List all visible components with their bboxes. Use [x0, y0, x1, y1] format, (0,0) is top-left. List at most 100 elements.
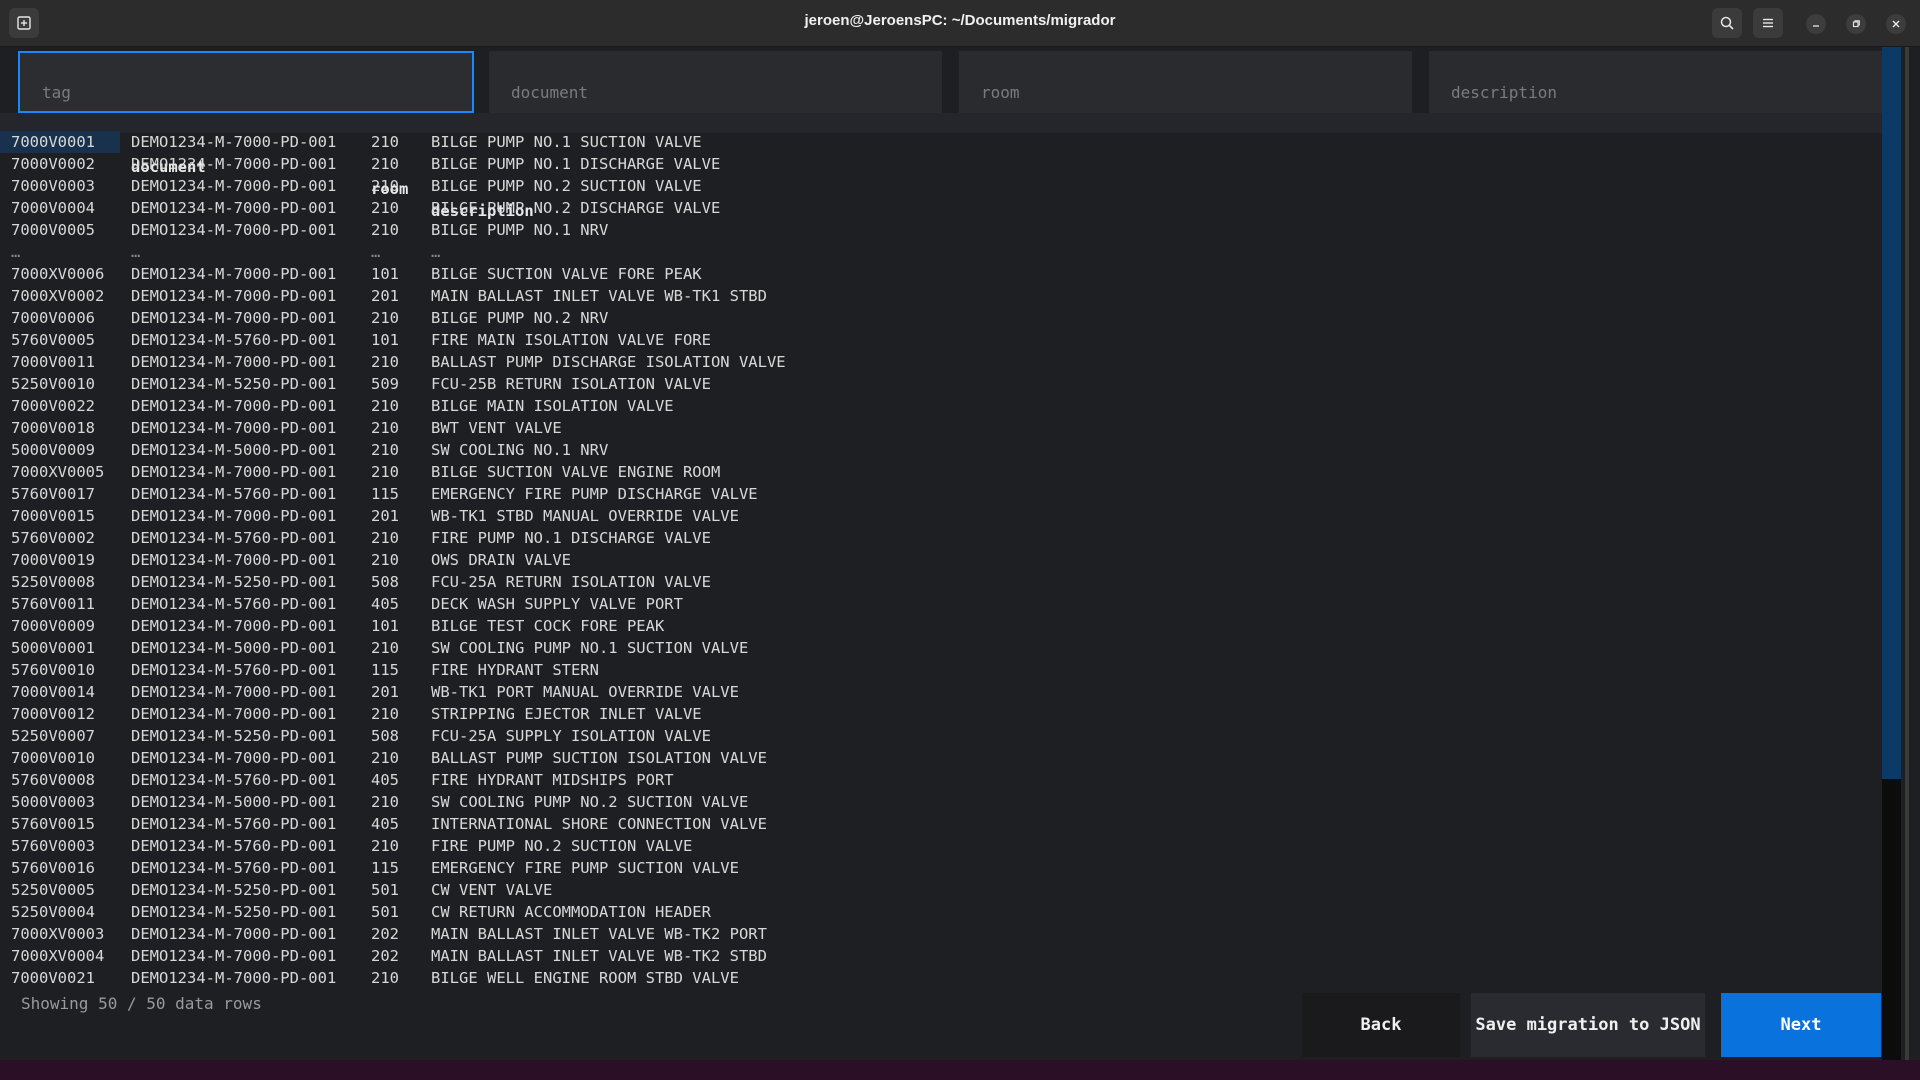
table-row[interactable]: 5760V0005 DEMO1234-M-5760-PD-001 101 FIRE M…: [0, 329, 1882, 351]
cell-room: 210: [371, 397, 399, 415]
next-button[interactable]: Next: [1721, 993, 1881, 1057]
table-row[interactable]: 5760V0011 DEMO1234-M-5760-PD-001 405 DECK W…: [0, 593, 1882, 615]
terminal-area: tag document room description 7000V0001D…: [0, 47, 1920, 1060]
room-filter-input[interactable]: [959, 51, 1412, 113]
cell-document: DEMO1234-M-7000-PD-001: [131, 683, 337, 701]
table-row[interactable]: 5000V0009 DEMO1234-M-5000-PD-001 210 SW COO…: [0, 439, 1882, 461]
table-row[interactable]: 5760V0010 DEMO1234-M-5760-PD-001 115 FIRE H…: [0, 659, 1882, 681]
close-icon[interactable]: [1886, 14, 1906, 34]
table-row[interactable]: 7000V0003 DEMO1234-M-7000-PD-001 210 BILGE …: [0, 175, 1882, 197]
table-row[interactable]: 7000XV0005 DEMO1234-M-7000-PD-001 210 BILGE…: [0, 461, 1882, 483]
table-row[interactable]: 5760V0016 DEMO1234-M-5760-PD-001 115 EMERGE…: [0, 857, 1882, 879]
table-row[interactable]: 7000V0015 DEMO1234-M-7000-PD-001 201 WB-TK1…: [0, 505, 1882, 527]
table-row[interactable]: 7000V0006 DEMO1234-M-7000-PD-001 210 BILGE …: [0, 307, 1882, 329]
table-row[interactable]: 7000V0005 DEMO1234-M-7000-PD-001 210 BILGE …: [0, 219, 1882, 241]
table-row[interactable]: 5760V0008 DEMO1234-M-5760-PD-001 405 FIRE H…: [0, 769, 1882, 791]
cell-tag: 7000V0011: [11, 353, 95, 371]
cell-room: 101: [371, 265, 399, 283]
window-edge: [1901, 47, 1920, 1060]
cell-document: DEMO1234-M-5760-PD-001: [131, 661, 337, 679]
table-row[interactable]: 7000V0004 DEMO1234-M-7000-PD-001 210 BILGE …: [0, 197, 1882, 219]
tag-filter-input[interactable]: [18, 51, 474, 113]
cell-description: CW RETURN ACCOMMODATION HEADER: [431, 903, 711, 921]
cell-room: 210: [371, 969, 399, 987]
table-row[interactable]: 5000V0001 DEMO1234-M-5000-PD-001 210 SW COO…: [0, 637, 1882, 659]
cell-description: BILGE PUMP NO.2 SUCTION VALVE: [431, 177, 702, 195]
cell-description: BILGE SUCTION VALVE ENGINE ROOM: [431, 463, 721, 481]
cell-room: 210: [371, 529, 399, 547]
cell-document: DEMO1234-M-5760-PD-001: [131, 331, 337, 349]
table-row[interactable]: 7000V0014 DEMO1234-M-7000-PD-001 201 WB-TK1…: [0, 681, 1882, 703]
table-row[interactable]: 7000V0010 DEMO1234-M-7000-PD-001 210 BALLAS…: [0, 747, 1882, 769]
table-row[interactable]: 7000XV0006 DEMO1234-M-7000-PD-001 101 BILGE…: [0, 263, 1882, 285]
minimize-icon[interactable]: [1806, 14, 1826, 34]
table-row[interactable]: 7000V0002 DEMO1234-M-7000-PD-001 210 BILGE …: [0, 153, 1882, 175]
description-filter-input[interactable]: [1429, 51, 1882, 113]
cell-room: 210: [371, 639, 399, 657]
table-row[interactable]: 7000XV0003 DEMO1234-M-7000-PD-001 202 MAIN …: [0, 923, 1882, 945]
cell-description: FCU-25A SUPPLY ISOLATION VALVE: [431, 727, 711, 745]
cell-document: DEMO1234-M-5760-PD-001: [131, 595, 337, 613]
cell-room: 405: [371, 771, 399, 789]
search-icon[interactable]: [1712, 8, 1742, 38]
cell-document: DEMO1234-M-7000-PD-001: [131, 397, 337, 415]
cell-description: FIRE HYDRANT STERN: [431, 661, 599, 679]
table-row[interactable]: 5760V0003 DEMO1234-M-5760-PD-001 210 FIRE P…: [0, 835, 1882, 857]
table-row[interactable]: 5250V0010 DEMO1234-M-5250-PD-001 509 FCU-25…: [0, 373, 1882, 395]
cell-tag: 5000V0009: [11, 441, 95, 459]
back-button[interactable]: Back: [1302, 993, 1460, 1057]
cell-tag: 5250V0007: [11, 727, 95, 745]
table-row[interactable]: 7000V0018 DEMO1234-M-7000-PD-001 210 BWT VE…: [0, 417, 1882, 439]
table-row[interactable]: 7000V0011 DEMO1234-M-7000-PD-001 210 BALLAS…: [0, 351, 1882, 373]
table-row[interactable]: 5250V0004 DEMO1234-M-5250-PD-001 501 CW RET…: [0, 901, 1882, 923]
cell-document: DEMO1234-M-7000-PD-001: [131, 133, 337, 151]
cell-tag: 7000XV0004: [11, 947, 105, 965]
table-row[interactable]: 5760V0017 DEMO1234-M-5760-PD-001 115 EMERGE…: [0, 483, 1882, 505]
table-row[interactable]: 7000V0012 DEMO1234-M-7000-PD-001 210 STRIPP…: [0, 703, 1882, 725]
cell-room: 201: [371, 287, 399, 305]
cell-tag: 5000V0003: [11, 793, 95, 811]
cell-room: …: [371, 243, 381, 261]
cell-description: MAIN BALLAST INLET VALVE WB-TK2 PORT: [431, 925, 767, 943]
cell-document: DEMO1234-M-7000-PD-001: [131, 287, 337, 305]
cell-description: DECK WASH SUPPLY VALVE PORT: [431, 595, 683, 613]
cell-description: BILGE SUCTION VALVE FORE PEAK: [431, 265, 702, 283]
cell-room: 210: [371, 419, 399, 437]
table-row[interactable]: 7000V0022 DEMO1234-M-7000-PD-001 210 BILGE …: [0, 395, 1882, 417]
save-migration-button[interactable]: Save migration to JSON: [1471, 993, 1705, 1057]
cell-description: BILGE PUMP NO.2 NRV: [431, 309, 609, 327]
table-row[interactable]: 7000XV0002 DEMO1234-M-7000-PD-001 201 MAIN …: [0, 285, 1882, 307]
table-row[interactable]: 7000V0001 DEMO1234-M-7000-PD-001 210 BILGE …: [0, 131, 1882, 153]
hamburger-menu-icon[interactable]: [1753, 8, 1783, 38]
table-row[interactable]: 5250V0008 DEMO1234-M-5250-PD-001 508 FCU-25…: [0, 571, 1882, 593]
table-row[interactable]: 7000V0021 DEMO1234-M-7000-PD-001 210 BILGE …: [0, 967, 1882, 989]
table-row[interactable]: 7000V0009 DEMO1234-M-7000-PD-001 101 BILGE …: [0, 615, 1882, 637]
cell-room: 210: [371, 133, 399, 151]
table-row[interactable]: 7000V0019 DEMO1234-M-7000-PD-001 210 OWS DR…: [0, 549, 1882, 571]
cell-tag: 7000V0004: [11, 199, 95, 217]
table-row[interactable]: 5760V0015 DEMO1234-M-5760-PD-001 405 INTERN…: [0, 813, 1882, 835]
table-row[interactable]: 5000V0003 DEMO1234-M-5000-PD-001 210 SW COO…: [0, 791, 1882, 813]
cell-tag: 5000V0001: [11, 639, 95, 657]
table-row[interactable]: 5250V0005 DEMO1234-M-5250-PD-001 501 CW VEN…: [0, 879, 1882, 901]
cell-description: STRIPPING EJECTOR INLET VALVE: [431, 705, 702, 723]
cell-room: 202: [371, 925, 399, 943]
cell-tag: 5760V0015: [11, 815, 95, 833]
cell-room: 210: [371, 551, 399, 569]
cell-tag: 5250V0004: [11, 903, 95, 921]
document-filter-input[interactable]: [489, 51, 942, 113]
cell-description: BILGE PUMP NO.1 DISCHARGE VALVE: [431, 155, 721, 173]
scrollbar-thumb[interactable]: [1882, 47, 1901, 779]
table-row[interactable]: 7000XV0004 DEMO1234-M-7000-PD-001 202 MAIN …: [0, 945, 1882, 967]
cell-room: 201: [371, 683, 399, 701]
ellipsis-row[interactable]: …………: [0, 241, 1882, 263]
cell-document: DEMO1234-M-7000-PD-001: [131, 551, 337, 569]
cell-document: DEMO1234-M-5250-PD-001: [131, 727, 337, 745]
table-row[interactable]: 5250V0007 DEMO1234-M-5250-PD-001 508 FCU-25…: [0, 725, 1882, 747]
cell-document: DEMO1234-M-7000-PD-001: [131, 221, 337, 239]
cell-document: DEMO1234-M-7000-PD-001: [131, 947, 337, 965]
maximize-icon[interactable]: [1846, 14, 1866, 34]
cell-document: DEMO1234-M-7000-PD-001: [131, 925, 337, 943]
table-row[interactable]: 5760V0002 DEMO1234-M-5760-PD-001 210 FIRE P…: [0, 527, 1882, 549]
cell-document: DEMO1234-M-5760-PD-001: [131, 815, 337, 833]
